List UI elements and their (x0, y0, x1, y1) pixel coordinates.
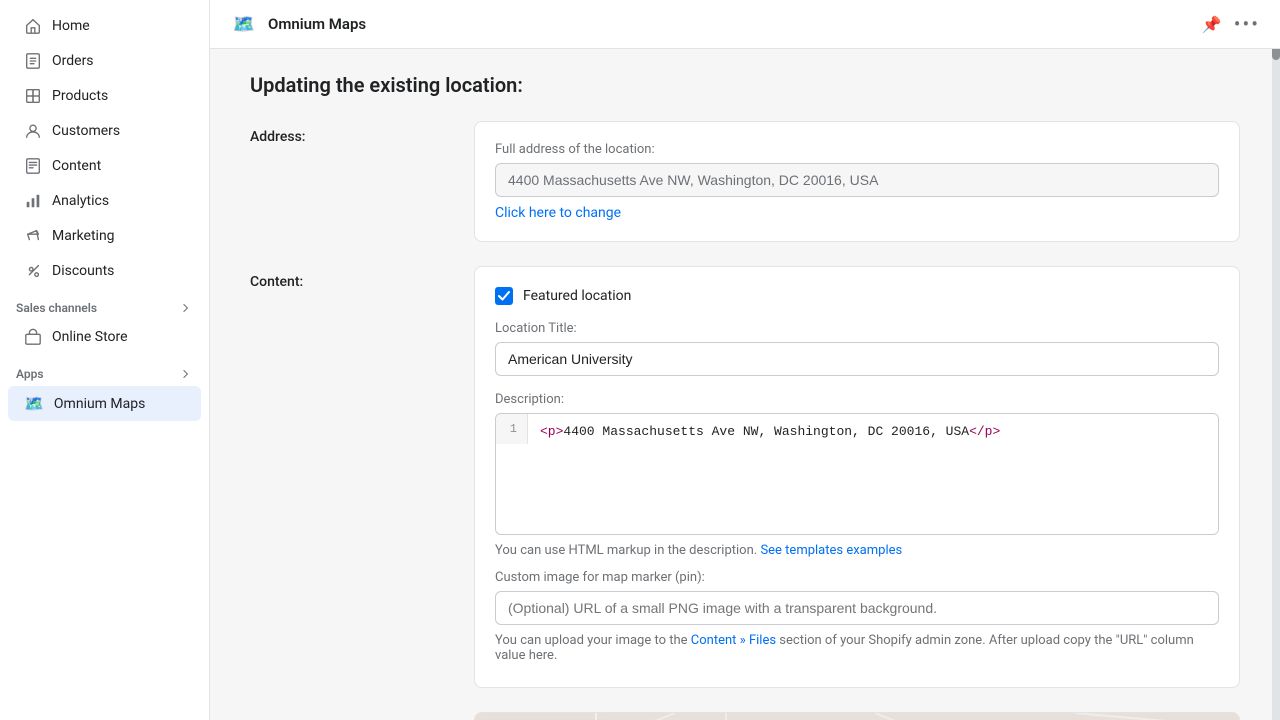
app-title: Omnium Maps (268, 15, 366, 33)
pin-icon[interactable]: 📌 (1202, 15, 1222, 34)
sidebar-label-online-store: Online Store (52, 329, 128, 345)
content-area: Updating the existing location: Address:… (210, 49, 1280, 720)
location-title-section: Location Title: (495, 321, 1219, 376)
main-content: 🗺️ Omnium Maps 📌 ••• Updating the existi… (210, 0, 1280, 720)
featured-location-checkbox[interactable] (495, 287, 513, 305)
address-field-col: Full address of the location: Click here… (474, 121, 1240, 242)
address-form-row: Address: Full address of the location: C… (250, 121, 1240, 242)
address-card: Full address of the location: Click here… (474, 121, 1240, 242)
position-field-col: Map Satellite Wesley Theological Seminar… (474, 712, 1240, 720)
map-roads-svg (475, 713, 1239, 720)
more-options-icon[interactable]: ••• (1234, 12, 1260, 36)
sidebar-item-discounts[interactable]: Discounts (8, 254, 201, 288)
click-here-link[interactable]: Click here to change (495, 205, 621, 221)
sidebar-label-products: Products (52, 88, 108, 104)
custom-image-label: Custom image for map marker (pin): (495, 570, 1219, 585)
analytics-icon (24, 192, 42, 210)
customers-icon (24, 122, 42, 140)
description-code-content[interactable]: <p>4400 Massachusetts Ave NW, Washington… (528, 414, 1218, 534)
sidebar-item-home[interactable]: Home (8, 9, 201, 43)
app-topbar-actions: 📌 ••• (1202, 12, 1260, 36)
sidebar-item-analytics[interactable]: Analytics (8, 184, 201, 218)
marketing-icon (24, 227, 42, 245)
location-title-label: Location Title: (495, 321, 1219, 336)
position-label: Position on Map: (250, 712, 450, 720)
sidebar-label-home: Home (52, 18, 90, 34)
editor-line-1: 1 <p>4400 Massachusetts Ave NW, Washingt… (496, 414, 1218, 534)
location-title-input[interactable] (495, 342, 1219, 376)
see-templates-link[interactable]: See templates examples (760, 543, 902, 558)
sidebar-item-marketing[interactable]: Marketing (8, 219, 201, 253)
map-preview: Map Satellite Wesley Theological Seminar… (474, 712, 1240, 720)
sidebar-item-online-store[interactable]: Online Store (8, 320, 201, 354)
store-icon (24, 328, 42, 346)
address-input[interactable] (495, 163, 1219, 197)
content-icon (24, 157, 42, 175)
apps-chevron-icon (179, 367, 193, 381)
map-background (475, 713, 1239, 720)
description-helper: You can use HTML markup in the descripti… (495, 543, 1219, 558)
sidebar: Home Orders Products Customers Content A… (0, 0, 210, 720)
omnium-maps-icon: 🗺️ (24, 394, 44, 413)
sidebar-label-customers: Customers (52, 123, 120, 139)
content-field-col: Featured location Location Title: Descri… (474, 266, 1240, 688)
sidebar-item-customers[interactable]: Customers (8, 114, 201, 148)
check-icon (498, 291, 510, 301)
sidebar-label-discounts: Discounts (52, 263, 114, 279)
content-card: Featured location Location Title: Descri… (474, 266, 1240, 688)
custom-image-section: Custom image for map marker (pin): You c… (495, 570, 1219, 663)
address-label: Address: (250, 121, 450, 145)
description-label: Description: (495, 392, 1219, 407)
sales-channels-title: Sales channels (0, 289, 209, 319)
address-field-label: Full address of the location: (495, 142, 1219, 157)
app-topbar: 🗺️ Omnium Maps 📌 ••• (210, 0, 1280, 49)
apps-title: Apps (0, 355, 209, 385)
sidebar-label-orders: Orders (52, 53, 94, 69)
code-open-tag: <p> (540, 424, 563, 439)
discounts-icon (24, 262, 42, 280)
app-logo: 🗺️ (230, 10, 258, 38)
featured-location-row: Featured location (495, 287, 1219, 305)
sidebar-item-products[interactable]: Products (8, 79, 201, 113)
description-section: Description: 1 <p>4400 Massachusetts Ave… (495, 392, 1219, 558)
sidebar-label-omnium-maps: Omnium Maps (54, 396, 145, 412)
description-editor[interactable]: 1 <p>4400 Massachusetts Ave NW, Washingt… (495, 413, 1219, 535)
right-scrollbar-track[interactable] (1272, 0, 1280, 720)
sidebar-label-analytics: Analytics (52, 193, 109, 209)
chevron-right-icon (179, 301, 193, 315)
custom-image-input[interactable] (495, 591, 1219, 625)
products-icon (24, 87, 42, 105)
orders-icon (24, 52, 42, 70)
sidebar-label-marketing: Marketing (52, 228, 115, 244)
custom-image-helper: You can upload your image to the Content… (495, 633, 1219, 663)
content-files-link[interactable]: Content » Files (691, 633, 776, 648)
position-form-row: Position on Map: (250, 712, 1240, 720)
content-form-row: Content: Featured location Loc (250, 266, 1240, 688)
sidebar-item-orders[interactable]: Orders (8, 44, 201, 78)
page-title: Updating the existing location: (250, 73, 1240, 97)
content-label: Content: (250, 266, 450, 290)
line-number-1: 1 (496, 414, 528, 444)
home-icon (24, 17, 42, 35)
code-text-content: 4400 Massachusetts Ave NW, Washington, D… (563, 424, 969, 439)
featured-location-label: Featured location (523, 288, 631, 304)
apps-section: Apps 🗺️ Omnium Maps (0, 355, 209, 422)
sidebar-item-content[interactable]: Content (8, 149, 201, 183)
sidebar-label-content: Content (52, 158, 101, 174)
sidebar-item-omnium-maps[interactable]: 🗺️ Omnium Maps (8, 386, 201, 421)
sales-channels-section: Sales channels Online Store (0, 289, 209, 355)
code-close-tag: </p> (969, 424, 1000, 439)
nav-section: Home Orders Products Customers Content A… (0, 8, 209, 289)
app-topbar-left: 🗺️ Omnium Maps (230, 10, 366, 38)
